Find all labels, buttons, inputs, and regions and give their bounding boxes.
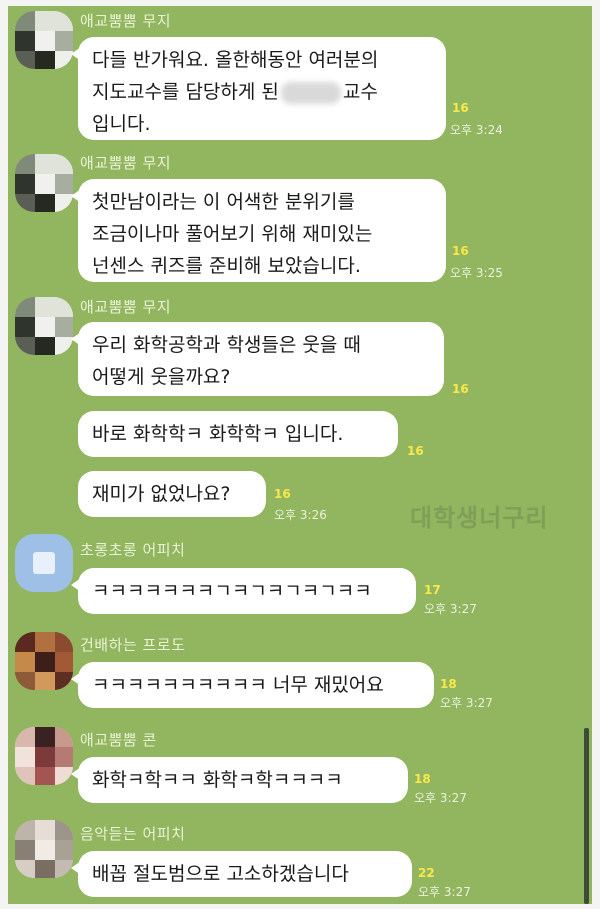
- profile-avatar-muzi[interactable]: [15, 154, 73, 212]
- bubble-tail: [71, 767, 81, 781]
- message-time: 오후 3:24: [450, 123, 503, 137]
- message-line: 지도교수를 담당하게 된 교수: [92, 76, 432, 108]
- unread-count: 17: [424, 583, 441, 597]
- unread-count: 18: [414, 772, 431, 786]
- message-bubble[interactable]: 배꼽 절도범으로 고소하겠습니다: [71, 851, 412, 897]
- message-bubble[interactable]: 다들 반가워요. 올한해동안 여러분의 지도교수를 담당하게 된 교수 입니다.: [71, 37, 446, 140]
- message-bubble[interactable]: 우리 화학공학과 학생들은 웃을 때 어떻게 웃을까요?: [71, 322, 444, 396]
- message-line: 화학ㅋ학ㅋㅋ 화학ㅋ학ㅋㅋㅋㅋ: [92, 769, 343, 791]
- message-line: 우리 화학공학과 학생들은 웃을 때: [92, 334, 361, 356]
- unread-count: 16: [452, 101, 469, 115]
- unread-count: 16: [274, 487, 291, 501]
- message-time: 오후 3:27: [424, 602, 477, 616]
- sender-name: 음악듣는 어피치: [80, 825, 186, 843]
- message-time: 오후 3:25: [450, 266, 503, 280]
- message-bubble[interactable]: ㅋㅋㅋㅋㅋㅋㅋㄱㅋㄱㅋㄱㅋㄱㅋㅋ: [71, 568, 416, 614]
- unread-count: 16: [407, 444, 424, 458]
- sender-name: 애교뿜뿜 무지: [80, 298, 172, 316]
- bubble-tail: [71, 672, 81, 686]
- message-line: 어떻게 웃을까요?: [92, 366, 231, 388]
- message-line: 넌센스 퀴즈를 준비해 보았습니다.: [92, 255, 361, 277]
- profile-avatar-muzi[interactable]: [15, 11, 73, 69]
- message-time: 오후 3:27: [414, 791, 467, 805]
- message-bubble[interactable]: 화학ㅋ학ㅋㅋ 화학ㅋ학ㅋㅋㅋㅋ: [71, 757, 408, 803]
- message-line: 입니다.: [92, 113, 151, 135]
- message-line: 다들 반가워요. 올한해동안 여러분의: [92, 49, 379, 71]
- message-line: ㅋㅋㅋㅋㅋㅋㅋㄱㅋㄱㅋㄱㅋㄱㅋㅋ: [92, 580, 372, 602]
- profile-avatar-frodo[interactable]: [15, 632, 73, 690]
- message-time: 오후 3:27: [440, 696, 493, 710]
- profile-avatar-muzi[interactable]: [15, 297, 73, 355]
- sender-name: 애교뿜뿜 무지: [80, 12, 172, 30]
- message-line: 바로 화학학ㅋ 화학학ㅋ 입니다.: [92, 423, 344, 445]
- profile-avatar-apeach[interactable]: [15, 820, 73, 878]
- sender-name: 애교뿜뿜 무지: [80, 154, 172, 172]
- message-text: 지도교수를 담당하게 된: [92, 81, 279, 103]
- bubble-tail: [71, 47, 81, 61]
- sender-name: 애교뿜뿜 콘: [80, 731, 157, 749]
- bubble-tail: [71, 578, 81, 592]
- message-bubble[interactable]: 재미가 없었나요?: [78, 471, 266, 517]
- message-line: ㅋㅋㅋㅋㅋㅋㅋㅋㅋㅋ 너무 재밌어요: [92, 674, 384, 696]
- unread-count: 18: [440, 677, 457, 691]
- message-line: 재미가 없었나요?: [92, 483, 231, 505]
- profile-avatar-con[interactable]: [15, 727, 73, 785]
- sender-name: 건배하는 프로도: [80, 636, 186, 654]
- message-time: 오후 3:26: [274, 508, 327, 522]
- message-time: 오후 3:27: [418, 885, 471, 899]
- message-line: 조금이나마 풀어보기 위해 재미있는: [92, 223, 373, 245]
- message-bubble[interactable]: 바로 화학학ㅋ 화학학ㅋ 입니다.: [78, 411, 398, 457]
- blurred-name: [280, 81, 341, 104]
- chat-screen: 애교뿜뿜 무지 다들 반가워요. 올한해동안 여러분의 지도교수를 담당하게 된…: [8, 6, 592, 904]
- message-text: 교수: [342, 81, 378, 103]
- message-line: 배꼽 절도범으로 고소하겠습니다: [92, 863, 349, 885]
- message-bubble[interactable]: ㅋㅋㅋㅋㅋㅋㅋㅋㅋㅋ 너무 재밌어요: [71, 662, 434, 708]
- message-line: 첫만남이라는 이 어색한 분위기를: [92, 191, 355, 213]
- message-bubble[interactable]: 첫만남이라는 이 어색한 분위기를 조금이나마 풀어보기 위해 재미있는 넌센스…: [71, 179, 446, 282]
- unread-count: 22: [418, 866, 435, 880]
- bubble-tail: [71, 189, 81, 203]
- sender-name: 초롱초롱 어피치: [80, 541, 186, 559]
- bubble-tail: [71, 861, 81, 875]
- watermark: 대학생너구리: [410, 504, 549, 532]
- unread-count: 16: [452, 244, 469, 258]
- profile-avatar-default[interactable]: [15, 534, 73, 592]
- unread-count: 16: [452, 382, 469, 396]
- scrollbar[interactable]: [584, 728, 589, 904]
- bubble-tail: [71, 332, 81, 346]
